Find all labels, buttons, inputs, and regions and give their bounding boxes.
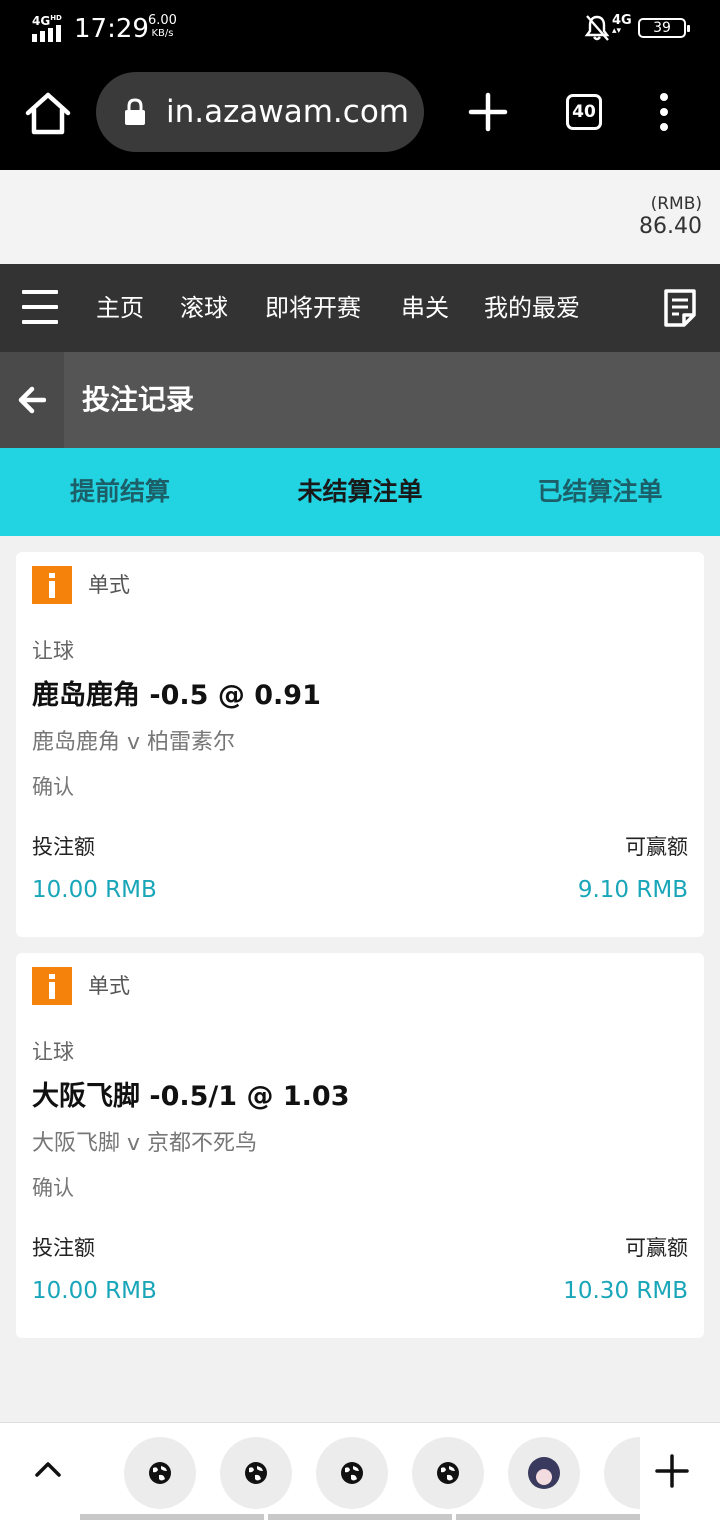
browser-toolbar: in.azawam.com 40 bbox=[0, 60, 720, 170]
tab-cash-out[interactable]: 提前结算 bbox=[0, 448, 240, 536]
clock: 17:29 bbox=[74, 14, 149, 44]
chevron-up-icon[interactable] bbox=[34, 1459, 62, 1479]
hamburger-menu-icon[interactable] bbox=[22, 290, 58, 326]
nav-in-play[interactable]: 滚球 bbox=[180, 290, 228, 326]
bet-selection: 鹿岛鹿角 -0.5 @ 0.91 bbox=[32, 680, 321, 711]
to-win-label: 可赢额 bbox=[625, 1236, 688, 1260]
nav-parlay[interactable]: 串关 bbox=[401, 290, 449, 326]
site-favicon bbox=[528, 1457, 560, 1489]
more-options-icon[interactable] bbox=[652, 90, 676, 134]
tab-thumbnail[interactable] bbox=[412, 1437, 484, 1509]
back-button[interactable] bbox=[0, 352, 64, 448]
balance-currency: (RMB) bbox=[650, 194, 702, 214]
globe-icon bbox=[149, 1462, 171, 1484]
network-speed: 6.00 KB/s bbox=[148, 13, 177, 39]
tab-thumbnail[interactable] bbox=[220, 1437, 292, 1509]
nav-upcoming[interactable]: 即将开赛 bbox=[265, 290, 361, 326]
nav-home[interactable]: 主页 bbox=[96, 290, 144, 326]
url-text: in.azawam.com bbox=[166, 94, 409, 130]
balance-panel: (RMB) 86.40 bbox=[0, 170, 720, 264]
main-nav: 主页 滚球 即将开赛 串关 我的最爱 bbox=[0, 264, 720, 352]
bet-status: 确认 bbox=[32, 1176, 74, 1200]
tab-strip-indicator bbox=[80, 1514, 640, 1520]
bet-record-tabs: 提前结算 未结算注单 已结算注单 bbox=[0, 448, 720, 536]
stake-value: 10.00 RMB bbox=[32, 877, 157, 903]
arrow-left-icon bbox=[18, 386, 46, 414]
stake-value: 10.00 RMB bbox=[32, 1278, 157, 1304]
tab-thumbnail[interactable] bbox=[508, 1437, 580, 1509]
mute-bell-icon bbox=[584, 15, 610, 41]
info-icon bbox=[32, 967, 72, 1005]
mobile-data-indicator: 4G ▴▾ bbox=[612, 13, 632, 36]
stake-label: 投注额 bbox=[32, 1236, 95, 1260]
betslip-icon[interactable] bbox=[662, 288, 698, 328]
add-tab-icon[interactable] bbox=[654, 1453, 690, 1489]
bet-selection: 大阪飞脚 -0.5/1 @ 1.03 bbox=[32, 1081, 350, 1112]
tab-switcher-button[interactable]: 40 bbox=[566, 94, 602, 130]
bet-match: 大阪飞脚 v 京都不死鸟 bbox=[32, 1131, 258, 1156]
browser-tab-strip bbox=[0, 1422, 720, 1520]
battery-icon: 39 bbox=[638, 18, 690, 38]
bet-match: 鹿岛鹿角 v 柏雷素尔 bbox=[32, 730, 236, 755]
bet-card: 单式 让球 鹿岛鹿角 -0.5 @ 0.91 鹿岛鹿角 v 柏雷素尔 确认 投注… bbox=[16, 552, 704, 937]
to-win-label: 可赢额 bbox=[625, 835, 688, 859]
to-win-value: 9.10 RMB bbox=[577, 877, 688, 903]
tab-thumbnail[interactable] bbox=[124, 1437, 196, 1509]
bet-type: 单式 bbox=[88, 974, 130, 998]
stake-label: 投注额 bbox=[32, 835, 95, 859]
bet-market: 让球 bbox=[32, 639, 74, 663]
bet-type: 单式 bbox=[88, 573, 130, 597]
address-bar[interactable]: in.azawam.com bbox=[96, 72, 424, 152]
tab-thumbnail[interactable] bbox=[604, 1437, 640, 1509]
info-icon bbox=[32, 566, 72, 604]
lock-icon bbox=[125, 98, 145, 125]
bet-status: 确认 bbox=[32, 775, 74, 799]
network-signal-icon: 4GHD bbox=[30, 12, 68, 42]
bet-card: 单式 让球 大阪飞脚 -0.5/1 @ 1.03 大阪飞脚 v 京都不死鸟 确认… bbox=[16, 953, 704, 1338]
bet-market: 让球 bbox=[32, 1040, 74, 1064]
home-icon[interactable] bbox=[22, 88, 74, 140]
tab-thumbnail[interactable] bbox=[316, 1437, 388, 1509]
nav-favorites[interactable]: 我的最爱 bbox=[484, 290, 580, 326]
status-bar: 4GHD 17:29 6.00 KB/s 4G ▴▾ 39 bbox=[0, 0, 720, 60]
globe-icon bbox=[245, 1462, 267, 1484]
new-tab-icon[interactable] bbox=[466, 90, 510, 134]
globe-icon bbox=[437, 1462, 459, 1484]
to-win-value: 10.30 RMB bbox=[563, 1278, 688, 1304]
tab-settled[interactable]: 已结算注单 bbox=[480, 448, 720, 536]
tab-unsettled[interactable]: 未结算注单 bbox=[240, 448, 480, 536]
balance-amount: 86.40 bbox=[639, 214, 702, 239]
page-title: 投注记录 bbox=[82, 383, 195, 416]
globe-icon bbox=[341, 1462, 363, 1484]
page-header: 投注记录 bbox=[0, 352, 720, 448]
